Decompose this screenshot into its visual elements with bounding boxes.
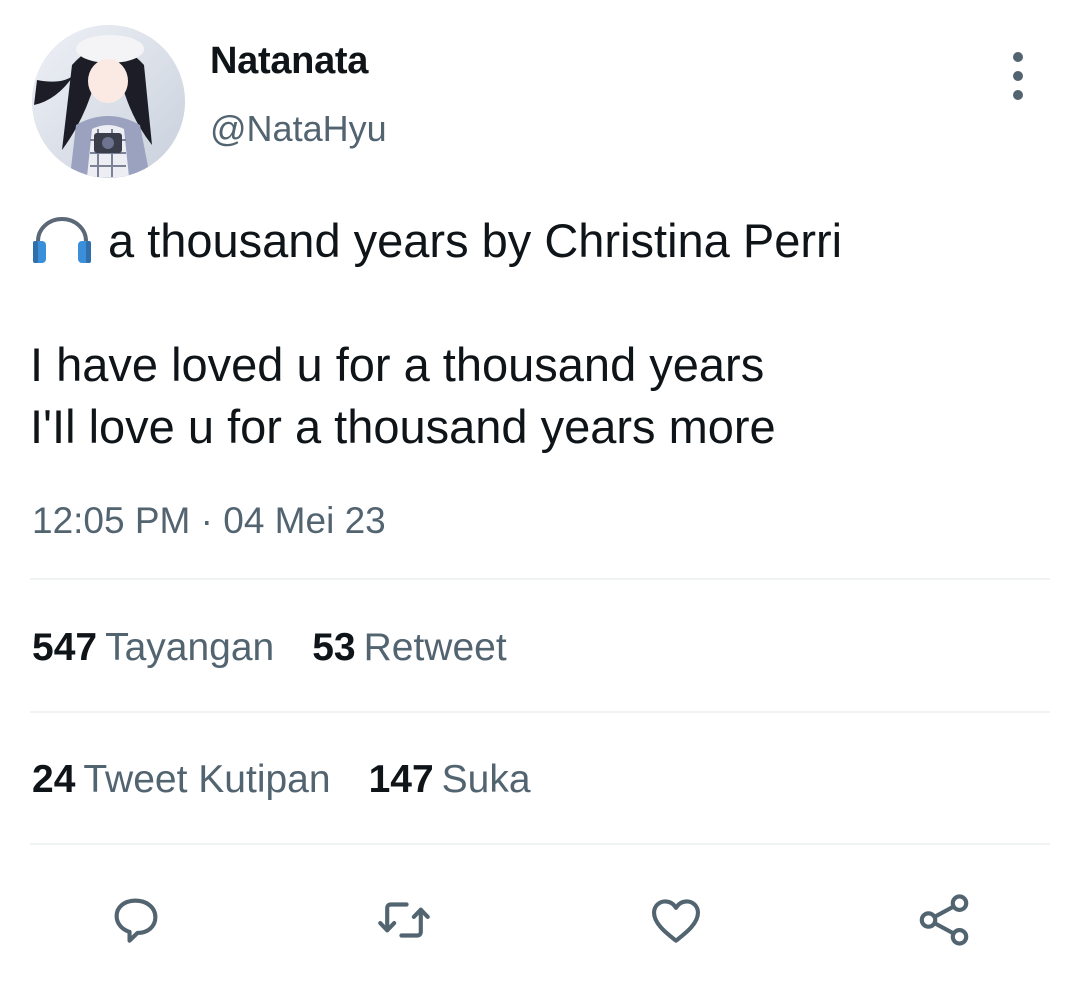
tweet-line-1: a thousand years by Christina Perri <box>30 210 1040 272</box>
author-display-name[interactable]: Natanata <box>210 40 368 83</box>
likes-label: Suka <box>441 758 531 801</box>
like-icon <box>651 899 701 943</box>
stats-row-1: 547 Tayangan 53 Retweet <box>32 626 545 670</box>
tweet-timestamp[interactable]: 12:05 PM · 04 Mei 23 <box>32 500 386 542</box>
share-icon <box>919 894 969 946</box>
stats-row-2: 24 Tweet Kutipan 147 Suka <box>32 758 569 802</box>
avatar-image <box>32 25 185 178</box>
dot <box>1013 90 1023 100</box>
like-button[interactable] <box>636 880 716 960</box>
action-bar <box>0 880 1080 960</box>
avatar[interactable] <box>32 25 185 178</box>
retweet-button[interactable] <box>364 880 444 960</box>
share-button[interactable] <box>904 880 984 960</box>
divider <box>30 843 1050 845</box>
tweet-line-3: I'Il love u for a thousand years more <box>30 400 776 453</box>
reply-icon <box>114 898 158 943</box>
quotes-count: 24 <box>32 758 76 801</box>
divider <box>30 711 1050 713</box>
dot <box>1013 52 1023 62</box>
views-stat[interactable]: 547 Tayangan <box>32 626 274 670</box>
retweets-count: 53 <box>312 626 356 669</box>
dot <box>1013 71 1023 81</box>
tweet-line-2: I have loved u for a thousand years <box>30 338 765 391</box>
reply-button[interactable] <box>96 880 176 960</box>
likes-stat[interactable]: 147 Suka <box>369 758 531 802</box>
quotes-label: Tweet Kutipan <box>83 758 331 801</box>
more-options-icon[interactable] <box>998 52 1038 100</box>
retweets-stat[interactable]: 53 Retweet <box>312 626 506 670</box>
retweet-icon <box>378 902 430 938</box>
views-label: Tayangan <box>105 626 275 669</box>
headphone-icon <box>33 217 91 263</box>
tweet-line-1-text: a thousand years by Christina Perri <box>108 214 843 267</box>
author-handle[interactable]: @NataHyu <box>210 108 387 150</box>
quotes-stat[interactable]: 24 Tweet Kutipan <box>32 758 331 802</box>
tweet-text: a thousand years by Christina Perri I ha… <box>30 210 1040 458</box>
likes-count: 147 <box>368 758 434 801</box>
divider <box>30 578 1050 580</box>
retweets-label: Retweet <box>363 626 507 669</box>
views-count: 547 <box>32 626 98 669</box>
